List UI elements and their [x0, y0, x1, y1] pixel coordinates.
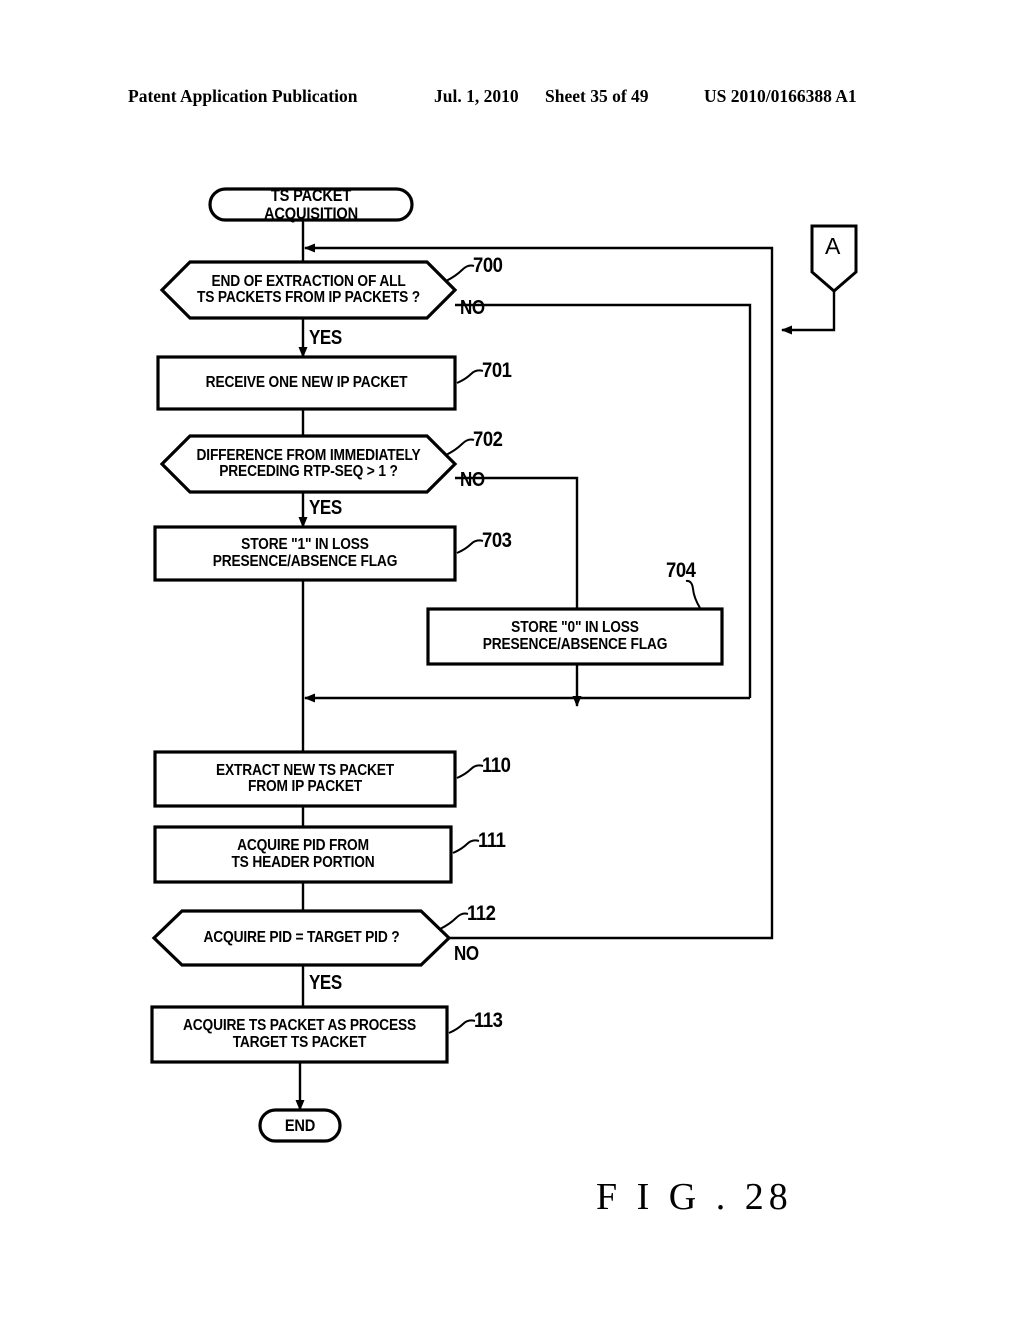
leader-111: [452, 839, 480, 854]
decision-700-shape: [159, 260, 458, 320]
leader-702: [445, 438, 475, 456]
leader-700: [445, 264, 475, 282]
leader-704: [685, 579, 701, 609]
flowchart-canvas: [150, 187, 858, 1143]
leader-703: [456, 539, 484, 554]
end-node-shape: [258, 1108, 342, 1143]
process-704-shape: [426, 607, 724, 666]
figure-caption: F I G . 28: [596, 1176, 793, 1218]
leader-112: [439, 912, 469, 930]
branch-label-yes-112: YES: [309, 972, 342, 994]
branch-label-no-112: NO: [454, 943, 479, 965]
ref-number-700: 700: [473, 254, 503, 277]
decision-112-shape: [151, 909, 452, 967]
branch-label-yes-700: YES: [309, 327, 342, 349]
edge-112-no-branch: [304, 243, 774, 940]
leader-110: [456, 764, 484, 779]
ref-number-111: 111: [478, 829, 506, 852]
process-701-shape: [156, 355, 457, 411]
leader-701: [456, 369, 484, 384]
flowchart-diagram: TS PACKET ACQUISITION END OF EXTRACTION …: [0, 0, 1024, 1320]
ref-number-113: 113: [474, 1009, 503, 1032]
ref-number-704: 704: [666, 559, 696, 582]
branch-label-no-702: NO: [460, 469, 485, 491]
process-110-shape: [153, 750, 457, 808]
start-node-shape: [208, 187, 414, 222]
leader-113: [448, 1019, 476, 1034]
branch-label-yes-702: YES: [309, 497, 342, 519]
ref-number-703: 703: [482, 529, 512, 552]
ref-number-110: 110: [482, 754, 511, 777]
process-113-shape: [150, 1005, 449, 1064]
ref-number-701: 701: [482, 359, 512, 382]
edge-connector-a-to-rail: [781, 291, 836, 335]
process-111-shape: [153, 825, 453, 884]
edge-702-no-branch: [455, 476, 579, 609]
branch-label-no-700: NO: [460, 297, 485, 319]
process-703-shape: [153, 525, 457, 582]
connector-a-label: A: [825, 233, 841, 259]
ref-number-112: 112: [467, 902, 496, 925]
ref-number-702: 702: [473, 428, 503, 451]
decision-702-shape: [159, 434, 458, 494]
